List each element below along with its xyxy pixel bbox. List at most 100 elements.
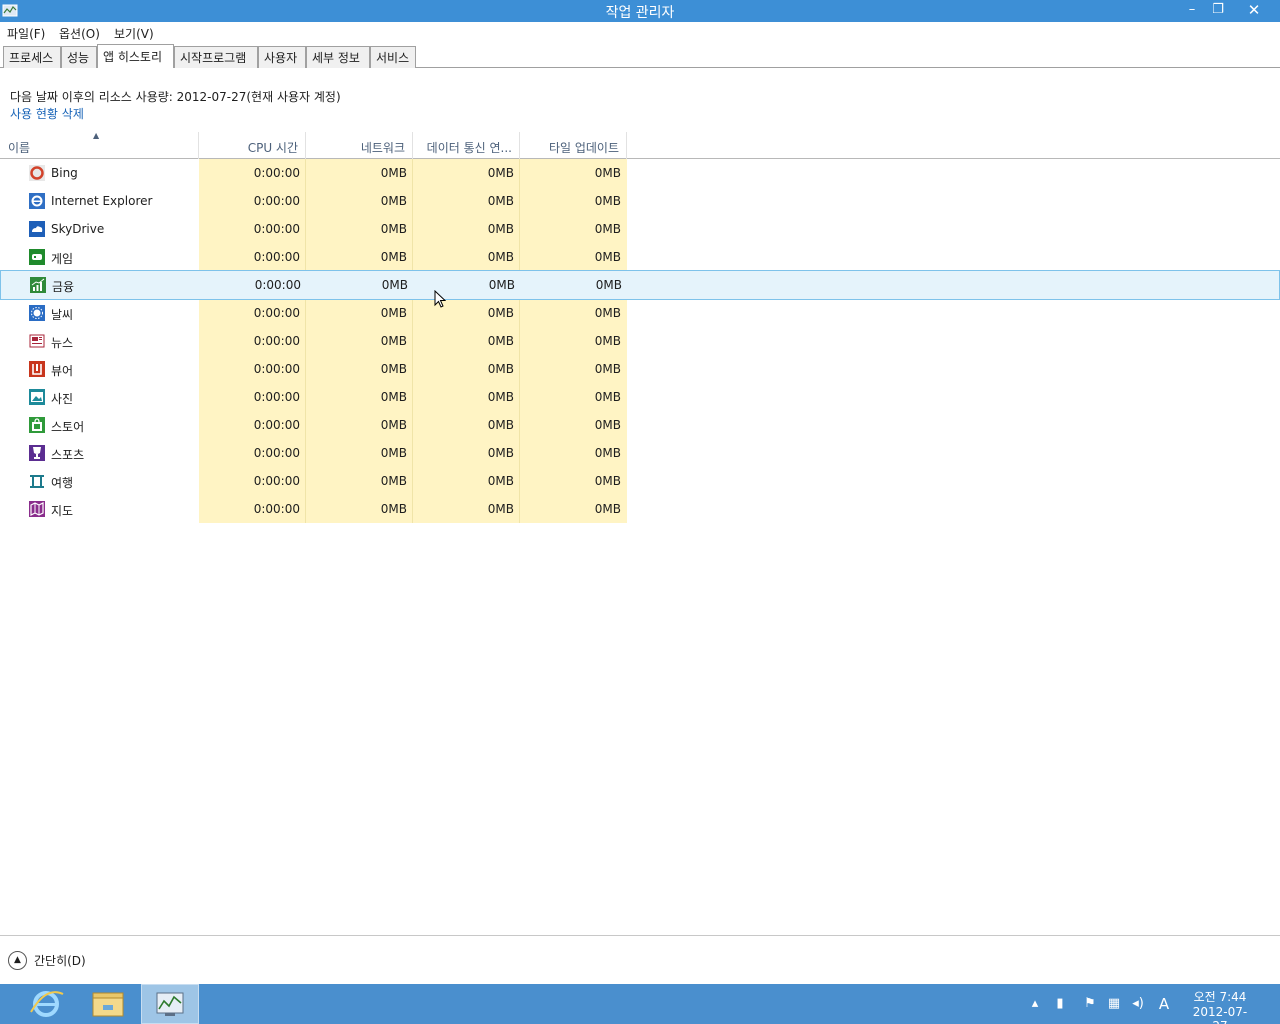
window-title: 작업 관리자 <box>605 5 675 21</box>
menu-options[interactable]: 옵션(O) <box>59 25 100 42</box>
tile-updates-cell: 0MB <box>594 222 621 236</box>
tile-updates-cell: 0MB <box>594 474 621 488</box>
clock-date[interactable]: 2012-07-27 <box>1186 1005 1254 1024</box>
chevron-up-icon[interactable]: ▲ <box>8 951 27 970</box>
cpu-time-cell: 0:00:00 <box>253 418 300 432</box>
table-row[interactable]: 게임 0:00:00 0MB 0MB 0MB <box>0 243 1280 271</box>
cpu-time-cell: 0:00:00 <box>253 194 300 208</box>
network-cell: 0MB <box>381 278 408 292</box>
app-name: SkyDrive <box>51 222 105 236</box>
cpu-time-cell: 0:00:00 <box>253 362 300 376</box>
app-name: Bing <box>51 166 78 180</box>
tile-updates-cell: 0MB <box>594 390 621 404</box>
action-center-flag-icon[interactable]: ⚑ <box>1082 996 1098 1012</box>
clock-time[interactable]: 오전 7:44 <box>1188 988 1252 1005</box>
metered-network-cell: 0MB <box>487 362 514 376</box>
menu-view[interactable]: 보기(V) <box>114 25 154 42</box>
app-name: 여행 <box>51 476 74 490</box>
table-row[interactable]: Internet Explorer 0:00:00 0MB 0MB 0MB <box>0 187 1280 215</box>
taskbar: ▴ ▮ ⚑ ▦ ◂) A 오전 7:44 2012-07-27 <box>0 984 1280 1024</box>
network-cell: 0MB <box>380 446 407 460</box>
tile-updates-cell: 0MB <box>594 362 621 376</box>
tile-updates-cell: 0MB <box>594 334 621 348</box>
tab-details[interactable]: 세부 정보 <box>306 46 370 68</box>
table-row[interactable]: 스포츠 0:00:00 0MB 0MB 0MB <box>0 439 1280 467</box>
app-name: 지도 <box>51 504 74 518</box>
metered-network-cell: 0MB <box>487 502 514 516</box>
column-header-tile-updates[interactable]: 타일 업데이트 <box>519 132 627 159</box>
desktop-icon[interactable]: ▮ <box>1052 996 1068 1012</box>
internet-explorer-icon <box>29 193 45 209</box>
table-row[interactable]: 사진 0:00:00 0MB 0MB 0MB <box>0 383 1280 411</box>
taskbar-file-explorer[interactable] <box>79 984 137 1024</box>
cpu-time-cell: 0:00:00 <box>253 222 300 236</box>
taskbar-task-manager[interactable] <box>141 984 199 1024</box>
menu-bar: 파일(F) 옵션(O) 보기(V) <box>0 22 1280 44</box>
mouse-cursor-icon <box>434 290 446 308</box>
news-icon <box>29 333 45 349</box>
metered-network-cell: 0MB <box>487 390 514 404</box>
cpu-time-cell: 0:00:00 <box>253 474 300 488</box>
column-header-name[interactable]: 이름 <box>8 132 198 159</box>
usage-since-text: 다음 날짜 이후의 리소스 사용량: 2012-07-27(현재 사용자 계정) <box>10 90 341 104</box>
table-row[interactable]: SkyDrive 0:00:00 0MB 0MB 0MB <box>0 215 1280 243</box>
table-row[interactable]: 뉴스 0:00:00 0MB 0MB 0MB <box>0 327 1280 355</box>
metered-network-cell: 0MB <box>487 250 514 264</box>
table-row[interactable]: 지도 0:00:00 0MB 0MB 0MB <box>0 495 1280 523</box>
app-name: 스토어 <box>51 420 85 434</box>
tab-services[interactable]: 서비스 <box>370 46 416 68</box>
fewer-details-button[interactable]: 간단히(D) <box>34 952 86 969</box>
maps-icon <box>29 501 45 517</box>
tab-startup[interactable]: 시작프로그램 <box>174 46 258 68</box>
ime-icon[interactable]: A <box>1156 996 1172 1012</box>
tile-updates-cell: 0MB <box>594 502 621 516</box>
tile-updates-cell: 0MB <box>594 418 621 432</box>
show-hidden-icons-icon[interactable]: ▴ <box>1027 996 1043 1012</box>
tab-app-history[interactable]: 앱 히스토리 <box>97 44 174 68</box>
app-name: Internet Explorer <box>51 194 153 208</box>
bing-icon <box>29 165 45 181</box>
tile-updates-cell: 0MB <box>594 166 621 180</box>
weather-icon <box>29 305 45 321</box>
photos-icon <box>29 389 45 405</box>
metered-network-cell: 0MB <box>487 474 514 488</box>
maximize-button[interactable]: ❐ <box>1204 0 1232 22</box>
network-cell: 0MB <box>380 166 407 180</box>
sports-icon <box>29 445 45 461</box>
tab-performance[interactable]: 성능 <box>61 46 97 68</box>
app-name: 스포츠 <box>51 448 85 462</box>
taskbar-internet-explorer[interactable] <box>17 984 75 1024</box>
metered-network-cell: 0MB <box>487 194 514 208</box>
cpu-time-cell: 0:00:00 <box>253 390 300 404</box>
network-cell: 0MB <box>380 418 407 432</box>
title-bar: 작업 관리자 – ❐ ✕ <box>0 0 1280 22</box>
column-header-cpu[interactable]: CPU 시간 <box>198 132 305 159</box>
tab-users[interactable]: 사용자 <box>258 46 306 68</box>
minimize-button[interactable]: – <box>1178 0 1206 22</box>
tab-strip: 프로세스 성능 앱 히스토리 시작프로그램 사용자 세부 정보 서비스 <box>0 44 1280 68</box>
column-header-metered[interactable]: 데이터 통신 연... <box>412 132 519 159</box>
column-header-network[interactable]: 네트워크 <box>305 132 412 159</box>
tab-processes[interactable]: 프로세스 <box>3 46 61 68</box>
table-row[interactable]: 날씨 0:00:00 0MB 0MB 0MB <box>0 299 1280 327</box>
table-row[interactable]: 뷰어 0:00:00 0MB 0MB 0MB <box>0 355 1280 383</box>
network-cell: 0MB <box>380 306 407 320</box>
skydrive-icon <box>29 221 45 237</box>
network-cell: 0MB <box>380 334 407 348</box>
network-icon[interactable]: ▦ <box>1106 996 1122 1012</box>
file-explorer-icon <box>92 992 124 1017</box>
table-row[interactable]: 금융 0:00:00 0MB 0MB 0MB <box>0 270 1280 300</box>
close-button[interactable]: ✕ <box>1230 0 1278 22</box>
menu-file[interactable]: 파일(F) <box>7 25 45 42</box>
footer-bar: ▲ 간단히(D) <box>0 935 1280 984</box>
volume-icon[interactable]: ◂) <box>1130 996 1146 1012</box>
travel-icon <box>29 473 45 489</box>
delete-usage-history-link[interactable]: 사용 현황 삭제 <box>10 105 84 122</box>
table-row[interactable]: 스토어 0:00:00 0MB 0MB 0MB <box>0 411 1280 439</box>
app-name: 게임 <box>51 252 74 266</box>
network-cell: 0MB <box>380 390 407 404</box>
metered-network-cell: 0MB <box>488 278 515 292</box>
table-row[interactable]: 여행 0:00:00 0MB 0MB 0MB <box>0 467 1280 495</box>
table-row[interactable]: Bing 0:00:00 0MB 0MB 0MB <box>0 159 1280 187</box>
metered-network-cell: 0MB <box>487 418 514 432</box>
